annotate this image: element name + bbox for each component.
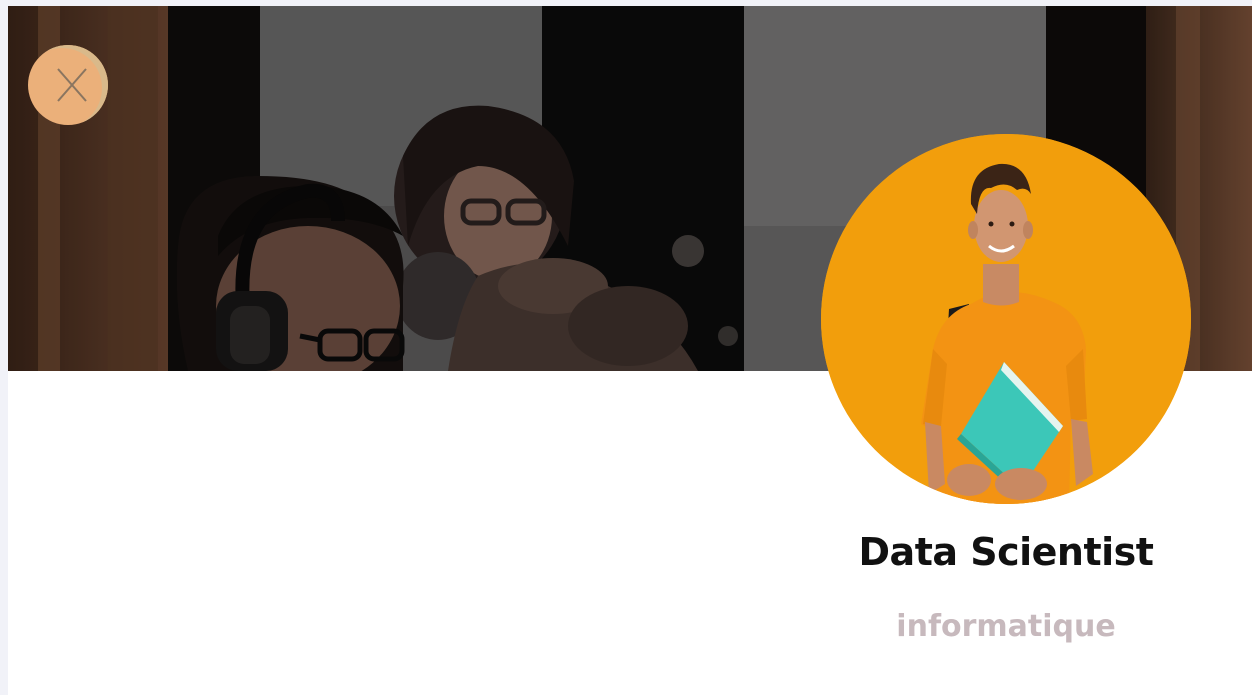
profile-card: Data Scientist informatique	[8, 6, 1252, 695]
close-icon	[57, 68, 87, 102]
job-title: Data Scientist	[858, 530, 1154, 574]
job-category: informatique	[896, 609, 1116, 644]
close-button[interactable]	[28, 45, 108, 125]
avatar	[821, 134, 1191, 504]
